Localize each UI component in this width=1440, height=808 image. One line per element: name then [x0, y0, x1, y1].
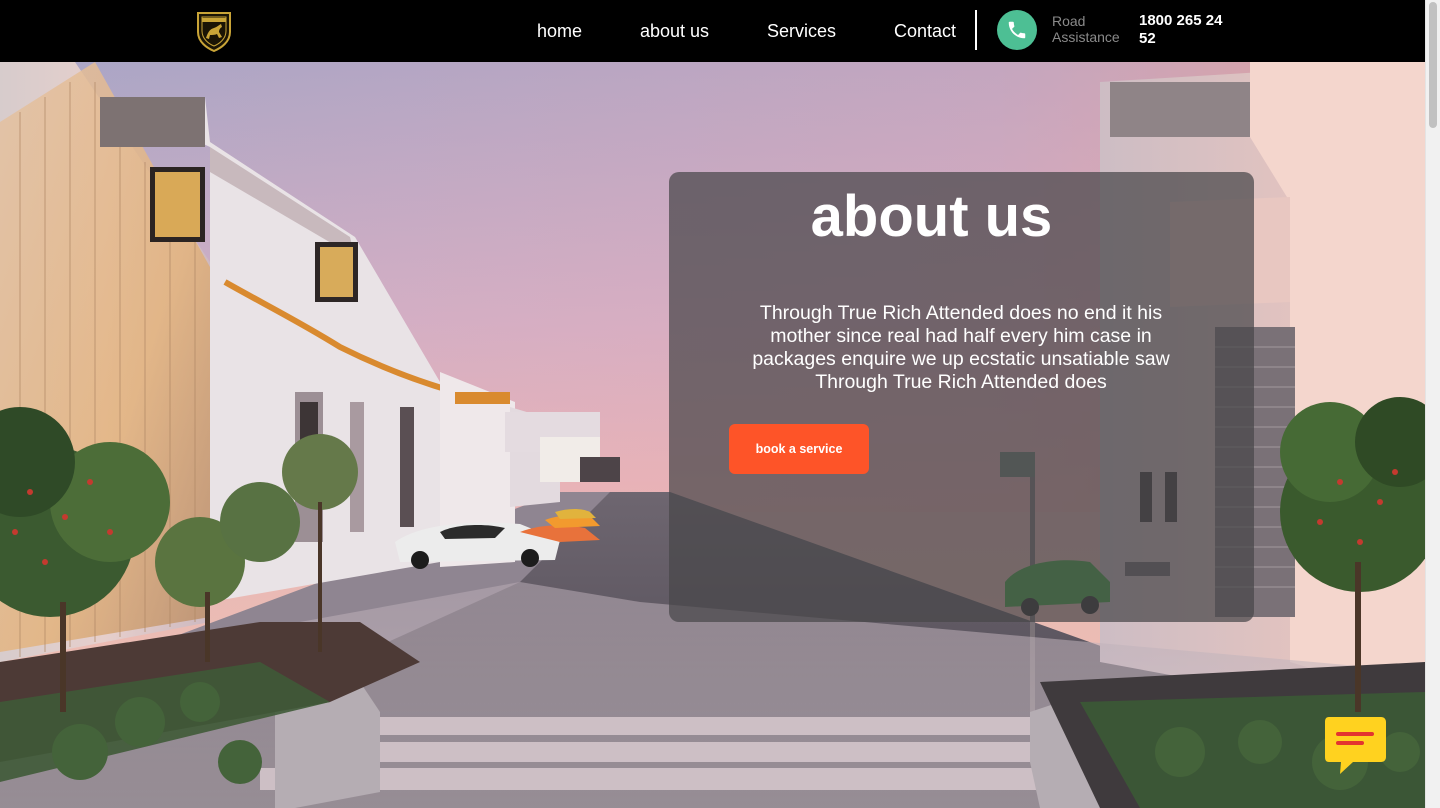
book-a-service-button[interactable]: book a service: [729, 424, 869, 474]
about-title: about us: [810, 184, 1053, 249]
phone-icon[interactable]: [997, 10, 1037, 50]
nav-link-contact[interactable]: Contact: [894, 20, 956, 42]
about-description: Through True Rich Attended does no end i…: [752, 302, 1170, 393]
nav-link-home[interactable]: home: [537, 20, 582, 42]
lamborghini-shield-icon[interactable]: [195, 10, 233, 53]
nav-link-services[interactable]: Services: [767, 20, 836, 42]
chat-bubble-icon[interactable]: [1325, 717, 1387, 775]
page-scrollbar[interactable]: [1425, 0, 1440, 808]
nav-divider: [975, 10, 977, 50]
top-navigation-bar: home about us Services Contact Road Assi…: [0, 0, 1425, 62]
nav-link-about-us[interactable]: about us: [640, 20, 709, 42]
about-card: about us Through True Rich Attended does…: [669, 172, 1254, 622]
scrollbar-thumb[interactable]: [1429, 2, 1437, 128]
road-assistance-number[interactable]: 1800 265 24 52: [1139, 12, 1235, 48]
road-assistance-label: Road Assistance: [1052, 13, 1120, 45]
